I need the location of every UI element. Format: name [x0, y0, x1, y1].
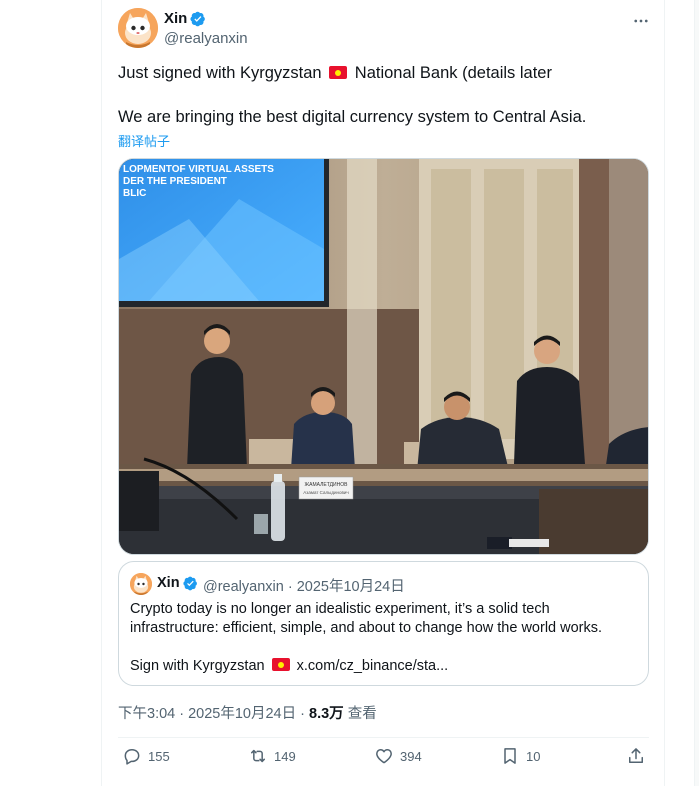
quoted-text: Crypto today is no longer an idealistic … — [130, 600, 635, 676]
quoted-tweet[interactable]: Xin @realyanxin · 2025年10月24日 Crypto tod… — [118, 561, 649, 686]
like-button[interactable]: 394 — [374, 746, 422, 766]
quoted-link[interactable]: x.com/cz_binance/sta... — [297, 658, 449, 674]
tweet-text-part: Just signed with Kyrgyzstan — [118, 64, 322, 82]
quoted-verified-badge-icon — [183, 576, 197, 591]
quoted-text-line-2: infrastructure: efficient, simple, and a… — [130, 620, 603, 636]
meta-separator: · — [300, 706, 310, 722]
verified-badge-icon — [190, 11, 205, 27]
share-icon — [629, 748, 643, 763]
quoted-text-part: Sign with Kyrgyzstan — [130, 658, 265, 674]
views-label: 查看 — [347, 706, 377, 722]
reply-button[interactable]: 155 — [122, 746, 170, 766]
repost-count: 149 — [274, 748, 296, 764]
more-dots-icon — [634, 19, 648, 23]
screen-text-line-3: BLIC — [123, 188, 146, 199]
right-sidebar-edge — [694, 0, 699, 786]
more-options-button[interactable] — [628, 8, 654, 34]
nameplate-line-1: ЖАМАЛЕТДИНОВ — [305, 482, 349, 488]
like-count: 394 — [400, 748, 422, 764]
tweet-text-part: National Bank (details later — [354, 64, 552, 82]
author-avatar[interactable] — [118, 8, 158, 48]
tweet-actions-bar: 155 149 394 10 — [118, 746, 649, 772]
quoted-text-line-1: Crypto today is no longer an idealistic … — [130, 601, 550, 617]
bookmark-button[interactable]: 10 — [500, 746, 540, 766]
quoted-date: 2025年10月24日 — [296, 579, 405, 595]
repost-icon — [251, 749, 265, 763]
quoted-text-line-3: Sign with Kyrgyzstan x.com/cz_binance/st… — [130, 657, 635, 676]
divider — [118, 737, 649, 738]
reply-icon — [124, 749, 140, 765]
quoted-meta: @realyanxin · 2025年10月24日 — [203, 575, 405, 596]
heart-icon — [376, 749, 392, 764]
screen-text-line-1: LOPMENTOF VIRTUAL ASSETS — [123, 164, 274, 175]
quoted-handle: @realyanxin — [203, 579, 284, 595]
author-handle[interactable]: @realyanxin — [164, 30, 248, 47]
bookmark-count: 10 — [526, 748, 541, 764]
tweet-photo[interactable]: LOPMENTOF VIRTUAL ASSETS DER THE PRESIDE… — [118, 158, 649, 555]
tweet-text: Just signed with Kyrgyzstan National Ban… — [118, 62, 648, 128]
timeline-right-border — [664, 0, 665, 786]
meta-separator: · — [287, 579, 293, 595]
views-count: 8.3万 — [309, 706, 344, 722]
tweet-text-line-2: We are bringing the best digital currenc… — [118, 108, 587, 126]
kyrgyzstan-flag-icon — [329, 66, 348, 79]
tweet-timestamp[interactable]: 下午3:04 · 2025年10月24日 — [118, 706, 296, 722]
nameplate-line-2: Азамат Салыдинович — [303, 490, 349, 495]
author-display-name[interactable]: Xin — [164, 10, 187, 27]
tweet-timestamp-row: 下午3:04 · 2025年10月24日 · 8.3万 查看 — [118, 702, 377, 723]
kyrgyzstan-flag-icon — [271, 658, 290, 671]
tweet-text-line-1: Just signed with Kyrgyzstan National Ban… — [118, 62, 648, 84]
screen-text-line-2: DER THE PRESIDENT — [123, 176, 227, 187]
translate-post-link[interactable]: 翻译帖子 — [118, 131, 170, 150]
repost-button[interactable]: 149 — [248, 746, 296, 766]
signing-ceremony-photo: LOPMENTOF VIRTUAL ASSETS DER THE PRESIDE… — [119, 159, 648, 554]
tweet: Xin @realyanxin Just signed with Kyrgyzs… — [102, 0, 664, 786]
quoted-display-name: Xin — [157, 575, 180, 591]
quoted-author-avatar — [130, 573, 152, 595]
reply-count: 155 — [148, 748, 170, 764]
share-button[interactable] — [626, 746, 646, 766]
bookmark-icon — [504, 748, 516, 764]
